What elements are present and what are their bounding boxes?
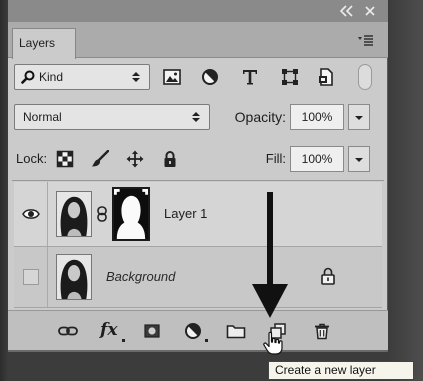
lock-label: Lock: bbox=[16, 151, 48, 166]
lock-position-icon[interactable] bbox=[126, 150, 144, 168]
panel-header bbox=[8, 0, 388, 22]
up-down-arrows-icon bbox=[192, 112, 200, 122]
lock-icon[interactable] bbox=[320, 267, 336, 285]
fill-slider-button[interactable] bbox=[348, 146, 370, 172]
link-layers-icon[interactable] bbox=[58, 322, 78, 340]
down-arrow-annotation-icon bbox=[252, 192, 288, 318]
group-folder-icon[interactable] bbox=[226, 322, 246, 340]
hand-cursor-icon bbox=[263, 331, 283, 355]
visibility-toggle[interactable] bbox=[14, 247, 48, 307]
search-icon bbox=[21, 70, 35, 84]
submenu-indicator bbox=[205, 339, 208, 342]
lock-image-pixels-icon[interactable] bbox=[91, 150, 109, 168]
filter-kind-dropdown[interactable]: Kind bbox=[14, 64, 150, 90]
fill-field[interactable] bbox=[290, 146, 344, 172]
add-mask-icon[interactable] bbox=[143, 322, 161, 340]
filter-toggle[interactable] bbox=[358, 64, 372, 90]
visibility-empty-box bbox=[23, 269, 39, 285]
tab-label: Layers bbox=[19, 36, 56, 50]
layer-thumbnail[interactable] bbox=[56, 254, 92, 300]
screen: Layers Kind Normal Opacity: Lock: bbox=[0, 0, 423, 381]
chain-link-icon[interactable] bbox=[96, 206, 108, 222]
divider bbox=[12, 180, 384, 181]
layers-list: Layer 1 Background bbox=[14, 182, 382, 308]
layer-row[interactable]: Layer 1 bbox=[14, 182, 382, 247]
mask-silhouette bbox=[114, 189, 148, 239]
chevron-down-icon bbox=[355, 158, 363, 162]
layer-thumbnail[interactable] bbox=[56, 191, 92, 237]
panel-menu-icon[interactable] bbox=[358, 34, 374, 46]
lock-all-icon[interactable] bbox=[161, 150, 179, 168]
layer-mask-thumbnail[interactable] bbox=[112, 187, 150, 241]
filter-kind-label: Kind bbox=[39, 70, 64, 84]
submenu-indicator bbox=[122, 339, 125, 342]
close-icon[interactable] bbox=[364, 5, 376, 17]
double-chevron-left-icon[interactable] bbox=[340, 5, 354, 17]
tab-layers[interactable]: Layers bbox=[12, 28, 76, 59]
type-layer-filter-icon[interactable] bbox=[240, 67, 260, 87]
opacity-slider-button[interactable] bbox=[348, 104, 370, 130]
blend-mode-dropdown[interactable]: Normal bbox=[14, 104, 210, 130]
bottom-toolbar: fx bbox=[8, 310, 388, 350]
blend-mode-label: Normal bbox=[23, 110, 62, 124]
shape-layer-filter-icon[interactable] bbox=[280, 67, 300, 87]
fill-label: Fill: bbox=[265, 151, 286, 166]
layers-panel: Layers Kind Normal Opacity: Lock: bbox=[8, 0, 388, 352]
up-down-arrows-icon bbox=[132, 72, 140, 82]
trash-icon[interactable] bbox=[313, 322, 331, 340]
visibility-toggle[interactable] bbox=[14, 182, 48, 246]
adjustment-layer-icon[interactable] bbox=[184, 322, 202, 340]
tooltip-text: Create a new layer bbox=[275, 363, 376, 377]
eye-icon bbox=[22, 209, 40, 219]
tooltip: Create a new layer bbox=[268, 361, 414, 380]
chevron-down-icon bbox=[355, 116, 363, 120]
opacity-field[interactable] bbox=[290, 104, 344, 130]
smart-object-filter-icon[interactable] bbox=[316, 67, 336, 87]
lock-transparent-pixels-icon[interactable] bbox=[56, 150, 74, 168]
adjustment-layer-filter-icon[interactable] bbox=[200, 67, 220, 87]
layer-style-button[interactable]: fx bbox=[100, 317, 117, 343]
layer-name: Layer 1 bbox=[164, 206, 208, 221]
layer-row[interactable]: Background bbox=[14, 247, 382, 308]
pixel-layer-filter-icon[interactable] bbox=[162, 67, 182, 87]
tab-bar: Layers bbox=[8, 22, 388, 59]
layer-name: Background bbox=[106, 269, 176, 284]
opacity-label: Opacity: bbox=[234, 109, 286, 125]
